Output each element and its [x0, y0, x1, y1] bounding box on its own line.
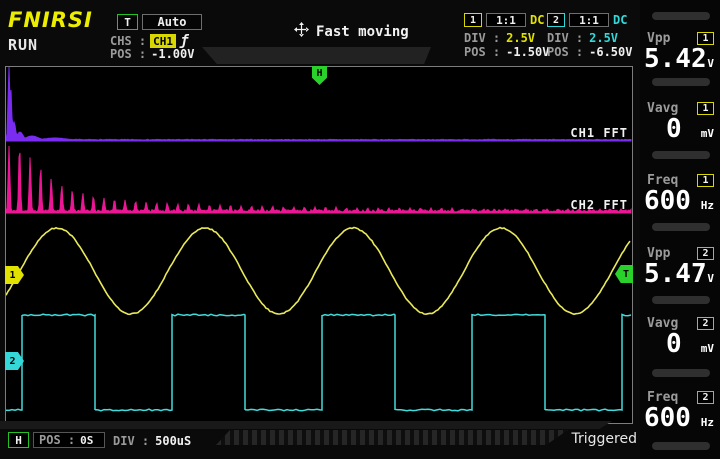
sidebar-divider-pill	[652, 12, 710, 20]
timebase-row[interactable]: DIV : 500uS	[113, 434, 191, 448]
measurement-vpp-ch2-value: 5.47 V	[644, 259, 714, 289]
ch2-badge[interactable]: 2	[547, 13, 565, 27]
trigger-mode-button[interactable]: Auto	[142, 14, 202, 30]
measurement-value: 0	[666, 329, 682, 359]
ch2-settings-row: 2 1:1 DC	[547, 13, 627, 27]
trigger-pos-label: POS :	[110, 47, 146, 61]
ch1-fft-label: CH1 FFT	[540, 126, 628, 140]
sidebar-divider-pill	[652, 151, 710, 159]
ch1-div-value: 2.5V	[506, 31, 535, 45]
ch2-fft-label: CH2 FFT	[540, 198, 628, 212]
hint-text: Fast moving	[316, 24, 409, 40]
trigger-t-button[interactable]: T	[117, 14, 138, 30]
sidebar-divider-pill	[652, 369, 710, 377]
chs-label: CHS :	[110, 34, 146, 48]
timebase-label: DIV :	[113, 434, 149, 448]
trigger-mode-row: T Auto	[117, 14, 202, 30]
measurement-value: 600	[644, 186, 691, 216]
sidebar-divider-pill	[652, 296, 710, 304]
measurement-vavg-ch2-value: 0 mV	[644, 329, 714, 359]
ch1-div-label: DIV :	[464, 31, 500, 45]
trigger-pos-value: -1.00V	[151, 47, 194, 61]
trigger-pos-row: POS : -1.00V	[110, 47, 194, 61]
ch2-pos-value: -6.50V	[589, 45, 632, 59]
measurement-sidebar: Vpp 1 5.42 V Vavg 1 0 mV Freq 1 600 Hz V…	[640, 0, 720, 459]
measurement-unit: mV	[701, 342, 714, 355]
measurement-value: 5.42	[644, 44, 707, 74]
trigger-status: Triggered	[500, 431, 637, 447]
ch1-settings-row: 1 1:1 DC	[464, 13, 544, 27]
measurement-freq-ch2-value: 600 Hz	[644, 403, 714, 433]
horizontal-pos-box[interactable]: POS : 0S	[33, 432, 105, 448]
ch2-div-value: 2.5V	[589, 31, 618, 45]
measurement-freq-ch1-value: 600 Hz	[644, 186, 714, 216]
measurement-value: 600	[644, 403, 691, 433]
move-icon	[294, 22, 309, 41]
measurement-unit: Hz	[701, 416, 714, 429]
measurement-unit: V	[707, 272, 714, 285]
ch1-badge[interactable]: 1	[464, 13, 482, 27]
horizontal-button[interactable]: H	[8, 432, 29, 448]
ch2-div-label: DIV :	[547, 31, 583, 45]
h-pos-label: POS :	[39, 433, 75, 447]
sidebar-divider-pill	[652, 442, 710, 450]
ch1-div-row: DIV : 2.5V	[464, 31, 535, 45]
h-pos-value: 0S	[80, 434, 93, 447]
ch1-pos-label: POS :	[464, 45, 500, 59]
measurement-value: 0	[666, 114, 682, 144]
ch1-pos-value: -1.50V	[506, 45, 549, 59]
ch2-div-row: DIV : 2.5V	[547, 31, 618, 45]
sidebar-divider-pill	[652, 78, 710, 86]
top-bezel-trapezoid	[202, 47, 431, 64]
ch1-coupling-button[interactable]: DC	[530, 13, 544, 27]
measurement-value: 5.47	[644, 259, 707, 289]
measurement-unit: mV	[701, 127, 714, 140]
timebase-value: 500uS	[155, 434, 191, 448]
brand-logo: FNIRSI	[8, 8, 93, 32]
waveform-traces[interactable]	[6, 67, 632, 423]
fast-moving-hint: Fast moving	[294, 22, 409, 41]
measurement-unit: Hz	[701, 199, 714, 212]
sidebar-divider-pill	[652, 223, 710, 231]
ch2-pos-label: POS :	[547, 45, 583, 59]
measurement-unit: V	[707, 57, 714, 70]
measurement-vpp-ch1-value: 5.42 V	[644, 44, 714, 74]
ch2-probe-button[interactable]: 1:1	[569, 13, 609, 27]
ch2-coupling-button[interactable]: DC	[613, 13, 627, 27]
ch2-pos-row: POS : -6.50V	[547, 45, 632, 59]
ch1-probe-button[interactable]: 1:1	[486, 13, 526, 27]
ch1-pos-row: POS : -1.50V	[464, 45, 549, 59]
acquisition-status: RUN	[8, 36, 38, 54]
trigger-source-button[interactable]: CH1	[150, 34, 176, 48]
oscilloscope-screen: FNIRSI RUN T Auto CHS : CH1 ƒ POS : -1.0…	[0, 0, 720, 459]
measurement-vavg-ch1-value: 0 mV	[644, 114, 714, 144]
